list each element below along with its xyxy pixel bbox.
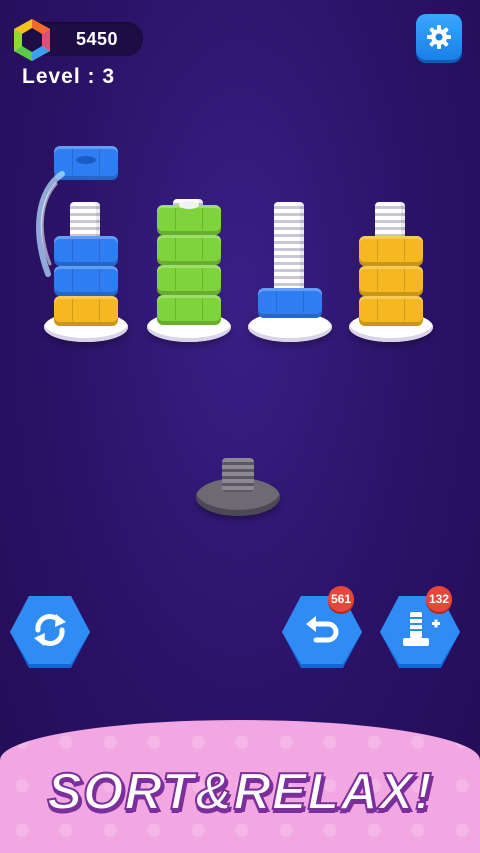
undo-count-badge: 561 [328,586,354,612]
coin-amount: 5450 [76,29,119,49]
gear-icon [427,25,451,49]
swoosh-effect [36,171,65,277]
bolt-3[interactable] [246,200,336,350]
hexagon-coin-icon [14,19,50,61]
blue-nut [258,288,322,318]
settings-button[interactable] [416,14,462,60]
level-label: Level : 3 [22,65,116,88]
bolt-2[interactable] [145,195,235,350]
banner-title: SORT&RELAX! [46,762,433,822]
refresh-icon [34,614,66,646]
bolt-plus-icon [403,612,440,646]
add-bolt-count-badge: 132 [426,586,452,612]
yellow-nut [359,236,423,266]
green-nut [157,205,221,235]
green-nut [157,235,221,265]
nut-hole [76,156,96,164]
promo-banner: SORT&RELAX! [0,720,480,853]
green-nut [157,295,221,325]
yellow-nut [359,266,423,296]
grey-bolt-screw [222,458,254,492]
yellow-nut [359,296,423,326]
bolt-4[interactable] [347,200,437,350]
bolt-1[interactable] [36,140,132,350]
shuffle-button[interactable] [8,594,92,670]
green-nut [157,265,221,295]
undo-icon [306,616,339,643]
screw-top [179,201,199,209]
yellow-nut [54,296,118,326]
